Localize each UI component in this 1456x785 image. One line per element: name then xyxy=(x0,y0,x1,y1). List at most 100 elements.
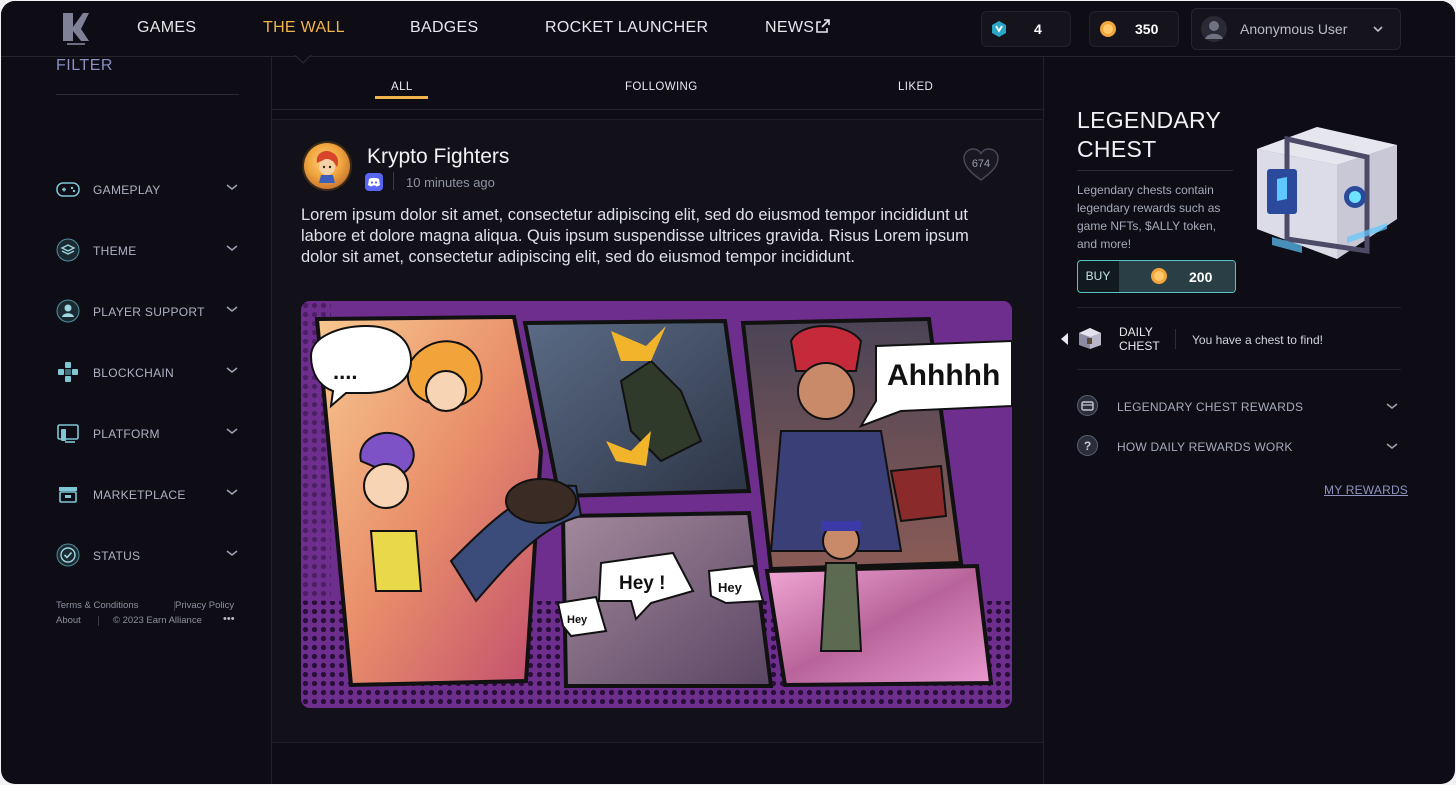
privacy-link[interactable]: Privacy Policy xyxy=(175,600,234,611)
chevron-down-icon xyxy=(226,428,238,434)
chevron-down-icon xyxy=(226,306,238,312)
coin-icon xyxy=(1100,21,1116,37)
nav-badges[interactable]: BADGES xyxy=(410,19,479,37)
buy-chest-button[interactable]: BUY 200 xyxy=(1077,260,1236,293)
nav-news[interactable]: NEWS xyxy=(765,19,814,37)
tab-following[interactable]: FOLLOWING xyxy=(625,81,698,93)
gamepad-icon xyxy=(56,182,80,197)
chevron-down-icon xyxy=(226,550,238,556)
bubble-text-4: Hey xyxy=(718,580,743,595)
filter-gameplay[interactable]: GAMEPLAY xyxy=(56,177,241,203)
earn-alliance-logo[interactable] xyxy=(59,9,93,47)
chest-title: LEGENDARY CHEST xyxy=(1077,106,1221,164)
tab-all[interactable]: ALL xyxy=(391,81,413,93)
chest-title-line-1: LEGENDARY xyxy=(1077,107,1222,133)
user-avatar-icon xyxy=(1201,16,1227,42)
bubble-text-5: Hey xyxy=(567,614,588,626)
blockchain-icon xyxy=(58,362,78,382)
more-icon[interactable]: ••• xyxy=(223,613,235,625)
svg-text:?: ? xyxy=(1084,439,1091,453)
active-tab-indicator xyxy=(375,96,428,99)
bubble-text-1: .... xyxy=(333,359,357,384)
post-author[interactable]: Krypto Fighters xyxy=(367,145,509,169)
price-area: 200 xyxy=(1119,261,1235,292)
badge-counter[interactable]: 4 xyxy=(981,11,1071,47)
bubble-text-3: Hey ! xyxy=(619,573,665,594)
chevron-down-icon xyxy=(1386,403,1398,409)
tab-liked[interactable]: LIKED xyxy=(898,81,933,93)
chevron-down-icon xyxy=(1373,26,1383,33)
user-support-icon xyxy=(56,299,80,323)
daily-label-line-2: CHEST xyxy=(1119,339,1160,353)
copyright: © 2023 Earn Alliance xyxy=(113,615,202,626)
filter-theme[interactable]: THEME xyxy=(56,238,241,264)
filter-status[interactable]: STATUS xyxy=(56,543,241,569)
chevron-down-icon xyxy=(226,245,238,251)
external-link-icon xyxy=(816,19,830,33)
store-icon xyxy=(59,487,77,503)
my-rewards-link[interactable]: MY REWARDS xyxy=(1324,483,1408,497)
accordion-label: LEGENDARY CHEST REWARDS xyxy=(1117,400,1304,414)
layers-icon xyxy=(56,238,80,262)
filter-player-support[interactable]: PLAYER SUPPORT xyxy=(56,299,241,325)
chest-description: Legendary chests contain legendary rewar… xyxy=(1077,183,1221,251)
divider xyxy=(1175,329,1176,349)
daily-chest-label: DAILY CHEST xyxy=(1119,325,1160,353)
filter-label: PLAYER SUPPORT xyxy=(93,305,205,319)
chest-rewards-icon xyxy=(1077,395,1098,416)
user-menu[interactable]: Anonymous User xyxy=(1191,8,1401,50)
chevron-down-icon xyxy=(226,184,238,190)
nav-the-wall[interactable]: THE WALL xyxy=(263,19,345,37)
daily-label-line-1: DAILY xyxy=(1119,325,1153,339)
accordion-legendary-chest-rewards[interactable]: LEGENDARY CHEST REWARDS xyxy=(1077,395,1401,417)
bubble-text-2: Ahhhhh xyxy=(887,359,1000,392)
like-button[interactable]: 674 xyxy=(962,147,1000,183)
about-link[interactable]: About xyxy=(56,615,81,626)
author-avatar[interactable] xyxy=(304,143,350,189)
like-count: 674 xyxy=(971,158,991,170)
terms-link[interactable]: Terms & Conditions xyxy=(56,600,138,611)
legendary-chest-image xyxy=(1257,127,1397,259)
nav-rocket-launcher[interactable]: ROCKET LAUNCHER xyxy=(545,19,708,37)
badge-count: 4 xyxy=(1034,21,1042,37)
nav-games[interactable]: GAMES xyxy=(137,19,196,37)
chevron-down-icon xyxy=(226,367,238,373)
divider xyxy=(1043,57,1044,784)
filter-platform[interactable]: PLATFORM xyxy=(56,421,241,447)
discord-icon[interactable] xyxy=(365,173,383,191)
chevron-down-icon xyxy=(226,489,238,495)
filter-marketplace[interactable]: MARKETPLACE xyxy=(56,482,241,508)
coin-icon xyxy=(1151,268,1167,284)
platform-icon xyxy=(57,424,79,443)
question-icon: ? xyxy=(1077,435,1098,456)
divider xyxy=(1077,369,1401,370)
daily-chest-icon xyxy=(1079,328,1101,349)
divider xyxy=(56,94,239,95)
accordion-how-daily-rewards-work[interactable]: ? HOW DAILY REWARDS WORK xyxy=(1077,435,1401,457)
filter-label: STATUS xyxy=(93,549,141,563)
check-circle-icon xyxy=(56,543,80,567)
filter-blockchain[interactable]: BLOCKCHAIN xyxy=(56,360,241,386)
top-nav: GAMES THE WALL BADGES ROCKET LAUNCHER NE… xyxy=(1,1,1455,57)
divider xyxy=(1077,307,1401,308)
coin-count: 350 xyxy=(1135,21,1159,37)
buy-label: BUY xyxy=(1085,269,1111,283)
post-image[interactable]: .... Ahhhhh Hey ! Hey Hey xyxy=(301,301,1012,708)
divider xyxy=(1077,170,1233,171)
footer-links: Terms & Conditions Privacy Policy xyxy=(56,600,234,611)
chest-title-line-2: CHEST xyxy=(1077,136,1157,162)
caret-left-icon xyxy=(1061,333,1068,345)
accordion-label: HOW DAILY REWARDS WORK xyxy=(1117,440,1293,454)
character-avatar-icon xyxy=(316,151,339,183)
filter-label: PLATFORM xyxy=(93,427,160,441)
chevron-down-icon xyxy=(1386,443,1398,449)
badge-icon xyxy=(992,21,1006,37)
filter-title: FILTER xyxy=(56,57,113,74)
post-timestamp: 10 minutes ago xyxy=(406,175,495,190)
comic-illustration: .... Ahhhhh Hey ! Hey Hey xyxy=(301,301,1012,708)
coin-counter[interactable]: 350 xyxy=(1089,11,1179,47)
filter-label: GAMEPLAY xyxy=(93,183,161,197)
daily-chest-message: You have a chest to find! xyxy=(1192,333,1323,347)
post-body: Lorem ipsum dolor sit amet, consectetur … xyxy=(301,206,969,266)
app-frame: GAMES THE WALL BADGES ROCKET LAUNCHER NE… xyxy=(1,1,1455,784)
